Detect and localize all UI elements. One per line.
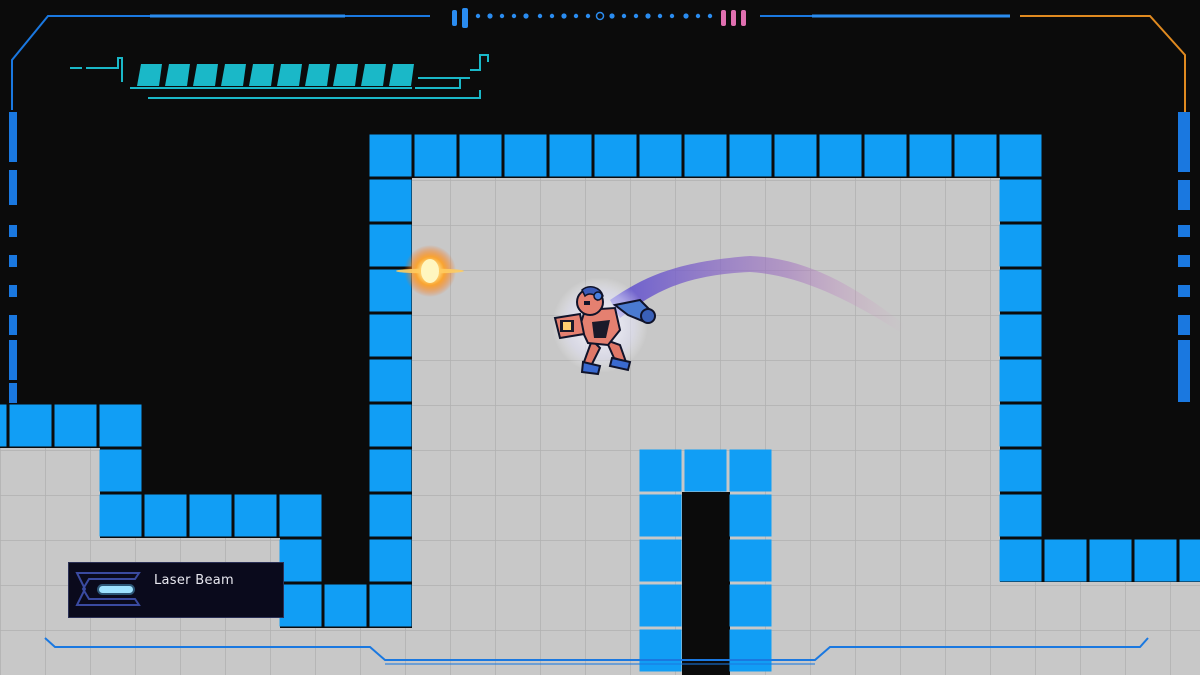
wall-block <box>1044 539 1087 582</box>
wall-block <box>594 134 637 177</box>
wall-block <box>774 134 817 177</box>
indicator-dot <box>645 13 651 19</box>
indicator-dot <box>609 13 615 19</box>
indicator-dot <box>707 13 713 19</box>
wall-block <box>999 134 1042 177</box>
wall-block <box>639 629 682 672</box>
wall-block <box>369 539 412 582</box>
weapon-name-label: Laser Beam <box>154 573 235 588</box>
wall-block <box>639 134 682 177</box>
wall-block <box>414 134 457 177</box>
wall-block <box>729 449 772 492</box>
wall-block <box>729 584 772 627</box>
wall-block <box>369 224 412 267</box>
indicator-dot <box>475 13 481 19</box>
wall-block <box>999 224 1042 267</box>
wall-block <box>999 449 1042 492</box>
health-segment <box>249 64 274 86</box>
right-side-gauge <box>1178 112 1190 402</box>
indicator-dot <box>621 13 627 19</box>
wall-block <box>0 404 7 447</box>
wall-block <box>999 404 1042 447</box>
wall-block <box>729 539 772 582</box>
wall-block <box>999 314 1042 357</box>
weapon-panel: Laser Beam <box>68 562 284 618</box>
indicator-dot <box>633 13 639 19</box>
indicator-dot <box>537 13 543 19</box>
wall-block <box>144 494 187 537</box>
wall-block <box>1134 539 1177 582</box>
wall-block <box>369 584 412 627</box>
health-segment <box>305 64 330 86</box>
wall-block <box>459 134 502 177</box>
indicator-dot <box>523 13 529 19</box>
wall-block <box>999 179 1042 222</box>
wall-block <box>909 134 952 177</box>
wall-block <box>684 449 727 492</box>
wall-block <box>54 404 97 447</box>
indicator-dot <box>573 13 579 19</box>
wall-block <box>639 494 682 537</box>
wall-block <box>99 494 142 537</box>
wall-block <box>684 134 727 177</box>
wall-block <box>729 494 772 537</box>
wall-block <box>369 494 412 537</box>
health-segment <box>137 64 162 86</box>
wall-block <box>1089 539 1132 582</box>
health-segment <box>193 64 218 86</box>
wall-block <box>234 494 277 537</box>
wall-block <box>369 314 412 357</box>
health-segment <box>221 64 246 86</box>
health-segment <box>165 64 190 86</box>
wall-block <box>369 134 412 177</box>
left-side-gauge <box>9 112 17 403</box>
wall-block <box>549 134 592 177</box>
wall-block <box>189 494 232 537</box>
wall-block <box>639 449 682 492</box>
health-segment <box>277 64 302 86</box>
indicator-dot <box>657 13 663 19</box>
wall-block <box>279 494 322 537</box>
wall-block <box>324 584 367 627</box>
wall-block <box>369 359 412 402</box>
wall-block <box>99 449 142 492</box>
indicator-dot <box>561 13 567 19</box>
wall-block <box>1179 539 1200 582</box>
game-viewport: Laser Beam <box>0 0 1200 675</box>
wall-block <box>954 134 997 177</box>
indicator-dot <box>549 13 555 19</box>
health-segment <box>361 64 386 86</box>
wall-block <box>279 539 322 582</box>
indicator-dot <box>695 13 701 19</box>
health-segment <box>333 64 358 86</box>
indicator-dot <box>683 13 689 19</box>
wall-block <box>639 584 682 627</box>
wall-block <box>639 539 682 582</box>
wall-block <box>729 134 772 177</box>
wall-block <box>99 404 142 447</box>
indicator-dot <box>511 13 517 19</box>
wall-block <box>729 629 772 672</box>
wall-block <box>504 134 547 177</box>
wall-block <box>864 134 907 177</box>
health-segment <box>389 64 414 86</box>
wall-block <box>369 449 412 492</box>
wall-block <box>279 584 322 627</box>
indicator-dot <box>499 13 505 19</box>
wall-block <box>999 359 1042 402</box>
indicator-dot <box>585 13 591 19</box>
wall-block <box>9 404 52 447</box>
wall-block <box>369 404 412 447</box>
laser-beam-icon <box>75 572 141 606</box>
indicator-dot <box>669 13 675 19</box>
wall-block <box>999 269 1042 312</box>
indicator-dot <box>487 13 493 19</box>
wall-block <box>999 539 1042 582</box>
wall-block <box>819 134 862 177</box>
wall-block <box>999 494 1042 537</box>
wall-block <box>369 179 412 222</box>
